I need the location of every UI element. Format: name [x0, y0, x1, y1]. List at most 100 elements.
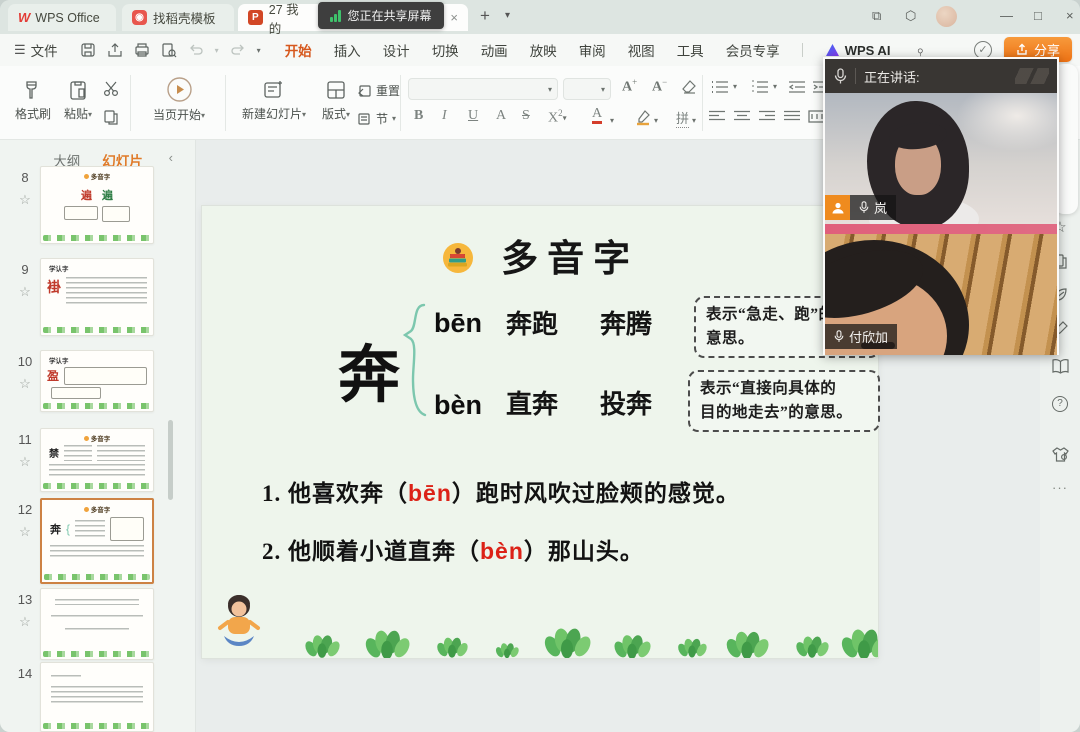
star-icon[interactable]: ☆ [14, 454, 36, 470]
tab-transitions[interactable]: 切换 [432, 40, 459, 60]
star-icon[interactable]: ☆ [14, 284, 36, 300]
star-icon[interactable]: ☆ [14, 192, 36, 208]
check-circle-icon[interactable]: ✓ [974, 41, 992, 59]
slide-thumbnail[interactable]: 学认字 盈 [40, 350, 154, 412]
word: 投奔 [600, 384, 652, 421]
webcam-feed-fuxinjia[interactable]: 付欣加 [825, 224, 1057, 355]
export-icon[interactable] [107, 42, 123, 58]
slide-thumbnail[interactable] [40, 588, 154, 660]
copy-icon[interactable] [102, 108, 120, 126]
sentence-pre: 2. 他顺着小道直奔（ [262, 539, 480, 564]
slide-thumbnail[interactable] [40, 662, 154, 732]
file-menu[interactable]: ☰ 文件 [14, 40, 58, 60]
pinyin-guide-button[interactable]: 拼 [676, 108, 689, 128]
tab-review[interactable]: 审阅 [579, 40, 606, 60]
decrease-indent-icon[interactable] [788, 80, 806, 94]
tab-view[interactable]: 视图 [628, 40, 655, 60]
maximize-button[interactable]: □ [1034, 8, 1042, 23]
play-current-button[interactable]: 当页开始▾ [140, 76, 218, 123]
font-size-select[interactable]: ▾ [563, 78, 611, 100]
split-view-icon[interactable]: ⧉ [872, 8, 881, 24]
tab-home[interactable]: 开始 [285, 40, 312, 60]
dropdown-caret-icon: ▾ [346, 110, 350, 119]
reset-button[interactable]: 重置 [356, 82, 400, 99]
star-icon[interactable]: ☆ [14, 376, 36, 392]
slide-thumbnail[interactable]: 多音字 遍遍 [40, 166, 154, 244]
minimize-button[interactable]: — [1000, 8, 1013, 23]
sidebar-scrollbar[interactable] [168, 420, 173, 500]
more-icon[interactable]: ··· [1040, 480, 1080, 495]
underline-button[interactable]: U [468, 108, 478, 124]
tab-membership[interactable]: 会员专享 [726, 40, 780, 60]
slide-row-12: 12 ☆ 多音字 奔 { [0, 498, 196, 588]
slide-thumbnail[interactable]: 多音字 禁 [40, 428, 154, 492]
align-center-icon[interactable] [733, 110, 751, 123]
skin-shirt-icon[interactable] [1051, 446, 1070, 463]
quick-access-caret-icon[interactable]: ▾ [257, 46, 261, 55]
tab-tools[interactable]: 工具 [677, 40, 704, 60]
format-painter-button[interactable]: 格式刷 [10, 78, 56, 122]
section-button[interactable]: 节 ▾ [356, 110, 396, 127]
undo-icon[interactable] [188, 42, 204, 58]
collapse-panel-icon[interactable]: ‹ [169, 150, 173, 165]
cut-icon[interactable] [102, 80, 120, 98]
align-right-icon[interactable] [758, 110, 776, 123]
account-avatar[interactable] [936, 6, 957, 27]
italic-button[interactable]: I [442, 108, 447, 124]
clear-format-icon[interactable] [680, 78, 698, 96]
layout-button[interactable]: 版式▾ [314, 78, 358, 122]
tab-close-icon[interactable]: × [450, 10, 458, 25]
align-left-icon[interactable] [708, 110, 726, 123]
workspace-icon[interactable]: ⬡ [905, 8, 916, 24]
bullets-icon[interactable] [710, 80, 730, 94]
justify-icon[interactable] [783, 110, 801, 123]
wps-ai-button[interactable]: WPS AI [825, 43, 891, 58]
close-button[interactable]: × [1066, 8, 1074, 23]
star-icon[interactable]: ☆ [14, 614, 36, 630]
highlight-icon[interactable] [634, 108, 652, 126]
bold-button[interactable]: B [414, 108, 423, 124]
tab-wps-home[interactable]: W WPS Office [8, 4, 116, 31]
dropdown-caret-icon[interactable]: ▾ [654, 116, 658, 125]
help-icon[interactable]: ? [1040, 394, 1080, 412]
numbering-icon[interactable] [750, 80, 770, 94]
font-name-select[interactable]: ▾ [408, 78, 558, 100]
new-slide-button[interactable]: 新建幻灯片▾ [236, 78, 312, 122]
textbook-icon[interactable] [1051, 358, 1070, 375]
shrink-font-button[interactable]: A− [652, 77, 667, 96]
tab-label-prefix: 27 我的 [269, 0, 311, 37]
dropdown-caret-icon[interactable]: ▾ [773, 82, 777, 91]
tab-design[interactable]: 设计 [383, 40, 410, 60]
grow-font-button[interactable]: A+ [622, 77, 637, 96]
undo-caret-icon[interactable]: ▾ [215, 46, 219, 55]
dropdown-caret-icon[interactable]: ▾ [733, 82, 737, 91]
font-color-button[interactable]: A [592, 106, 602, 124]
star-icon[interactable]: ☆ [14, 524, 36, 540]
tab-list-caret-icon[interactable]: ▾ [505, 10, 510, 21]
redo-icon[interactable] [230, 42, 246, 58]
print-preview-icon[interactable] [161, 42, 177, 58]
save-icon[interactable] [80, 42, 96, 58]
print-icon[interactable] [134, 42, 150, 58]
dropdown-caret-icon: ▾ [88, 110, 92, 119]
tab-slideshow[interactable]: 放映 [530, 40, 557, 60]
participant-tag: 付欣加 [825, 324, 897, 349]
slide-thumbnail-selected[interactable]: 多音字 奔 { [40, 498, 154, 584]
strikethrough-button[interactable]: S [522, 108, 530, 124]
tab-insert[interactable]: 插入 [334, 40, 361, 60]
new-tab-button[interactable]: + [480, 6, 490, 26]
video-call-panel[interactable]: 正在讲话: 岚 [823, 57, 1059, 355]
superscript-button[interactable]: X2▾ [548, 108, 567, 127]
webcam-feed-lan[interactable]: 岚 [825, 93, 1057, 224]
paste-button[interactable]: 粘贴▾ [58, 78, 98, 122]
dropdown-caret-icon[interactable]: ▾ [610, 116, 614, 125]
slide-canvas[interactable]: 多音字 奔 bēn 奔跑 奔腾 bèn 直奔 投奔 表示“急走、跑”的 意思。 … [202, 206, 878, 658]
example-sentence-1: 1. 他喜欢奔（bēn）跑时风吹过脸颊的感觉。 [262, 474, 740, 508]
tab-animations[interactable]: 动画 [481, 40, 508, 60]
slide-title-text: 多音字 [501, 239, 639, 280]
wps-window: W WPS Office ◉ 找稻壳模板 P 27 我的 pp × + ▾ 您正… [0, 0, 1080, 732]
slide-thumbnail[interactable]: 学认字 褂 [40, 258, 154, 336]
tab-docer-templates[interactable]: ◉ 找稻壳模板 [122, 4, 234, 31]
char-spacing-button[interactable]: A [496, 108, 506, 124]
dropdown-caret-icon[interactable]: ▾ [692, 116, 696, 125]
